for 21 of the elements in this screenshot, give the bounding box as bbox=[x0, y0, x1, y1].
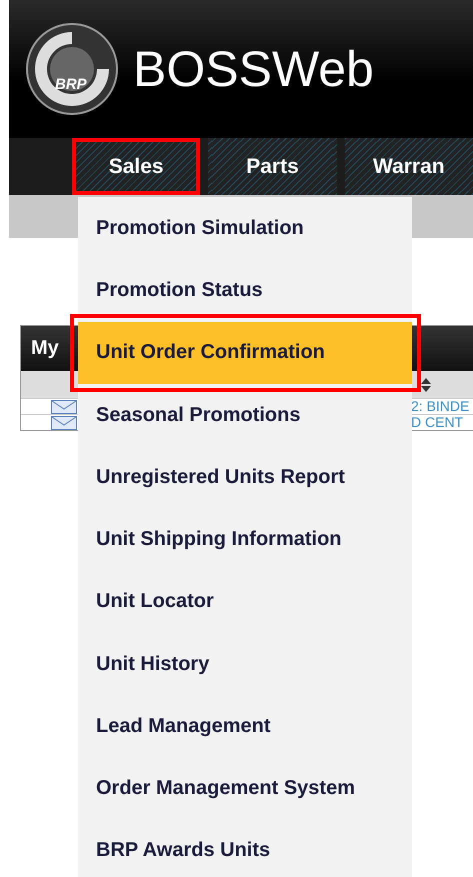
menu-item[interactable]: Unit Shipping Information bbox=[78, 516, 412, 563]
menu-item[interactable]: Unit History bbox=[78, 641, 412, 688]
panel-title: My bbox=[31, 337, 59, 360]
menu-item[interactable]: Unit Order Confirmation bbox=[78, 322, 412, 384]
nav-tab[interactable]: Warran bbox=[344, 138, 473, 195]
menu-item[interactable]: Lead Management bbox=[78, 703, 412, 750]
envelope-icon bbox=[51, 416, 77, 430]
menu-item[interactable]: Unregistered Units Report bbox=[78, 454, 412, 500]
menu-item[interactable]: Seasonal Promotions bbox=[78, 392, 412, 438]
nav-tab[interactable]: Parts bbox=[208, 138, 337, 195]
gear-logo-icon bbox=[25, 22, 119, 116]
envelope-icon bbox=[51, 400, 77, 414]
menu-item[interactable]: Order Management System bbox=[78, 766, 412, 812]
app-title: BOSSWeb bbox=[133, 40, 374, 98]
menu-item[interactable]: BRP Awards Units bbox=[78, 828, 412, 874]
logo-text: BRP bbox=[55, 76, 87, 93]
menu-item[interactable]: Promotion Simulation bbox=[78, 205, 412, 252]
menu-item[interactable]: Unit Locator bbox=[78, 578, 412, 625]
nav-tab[interactable]: Sales bbox=[72, 138, 200, 195]
sort-icon bbox=[421, 378, 431, 392]
menu-item[interactable]: Promotion Status bbox=[78, 267, 412, 314]
